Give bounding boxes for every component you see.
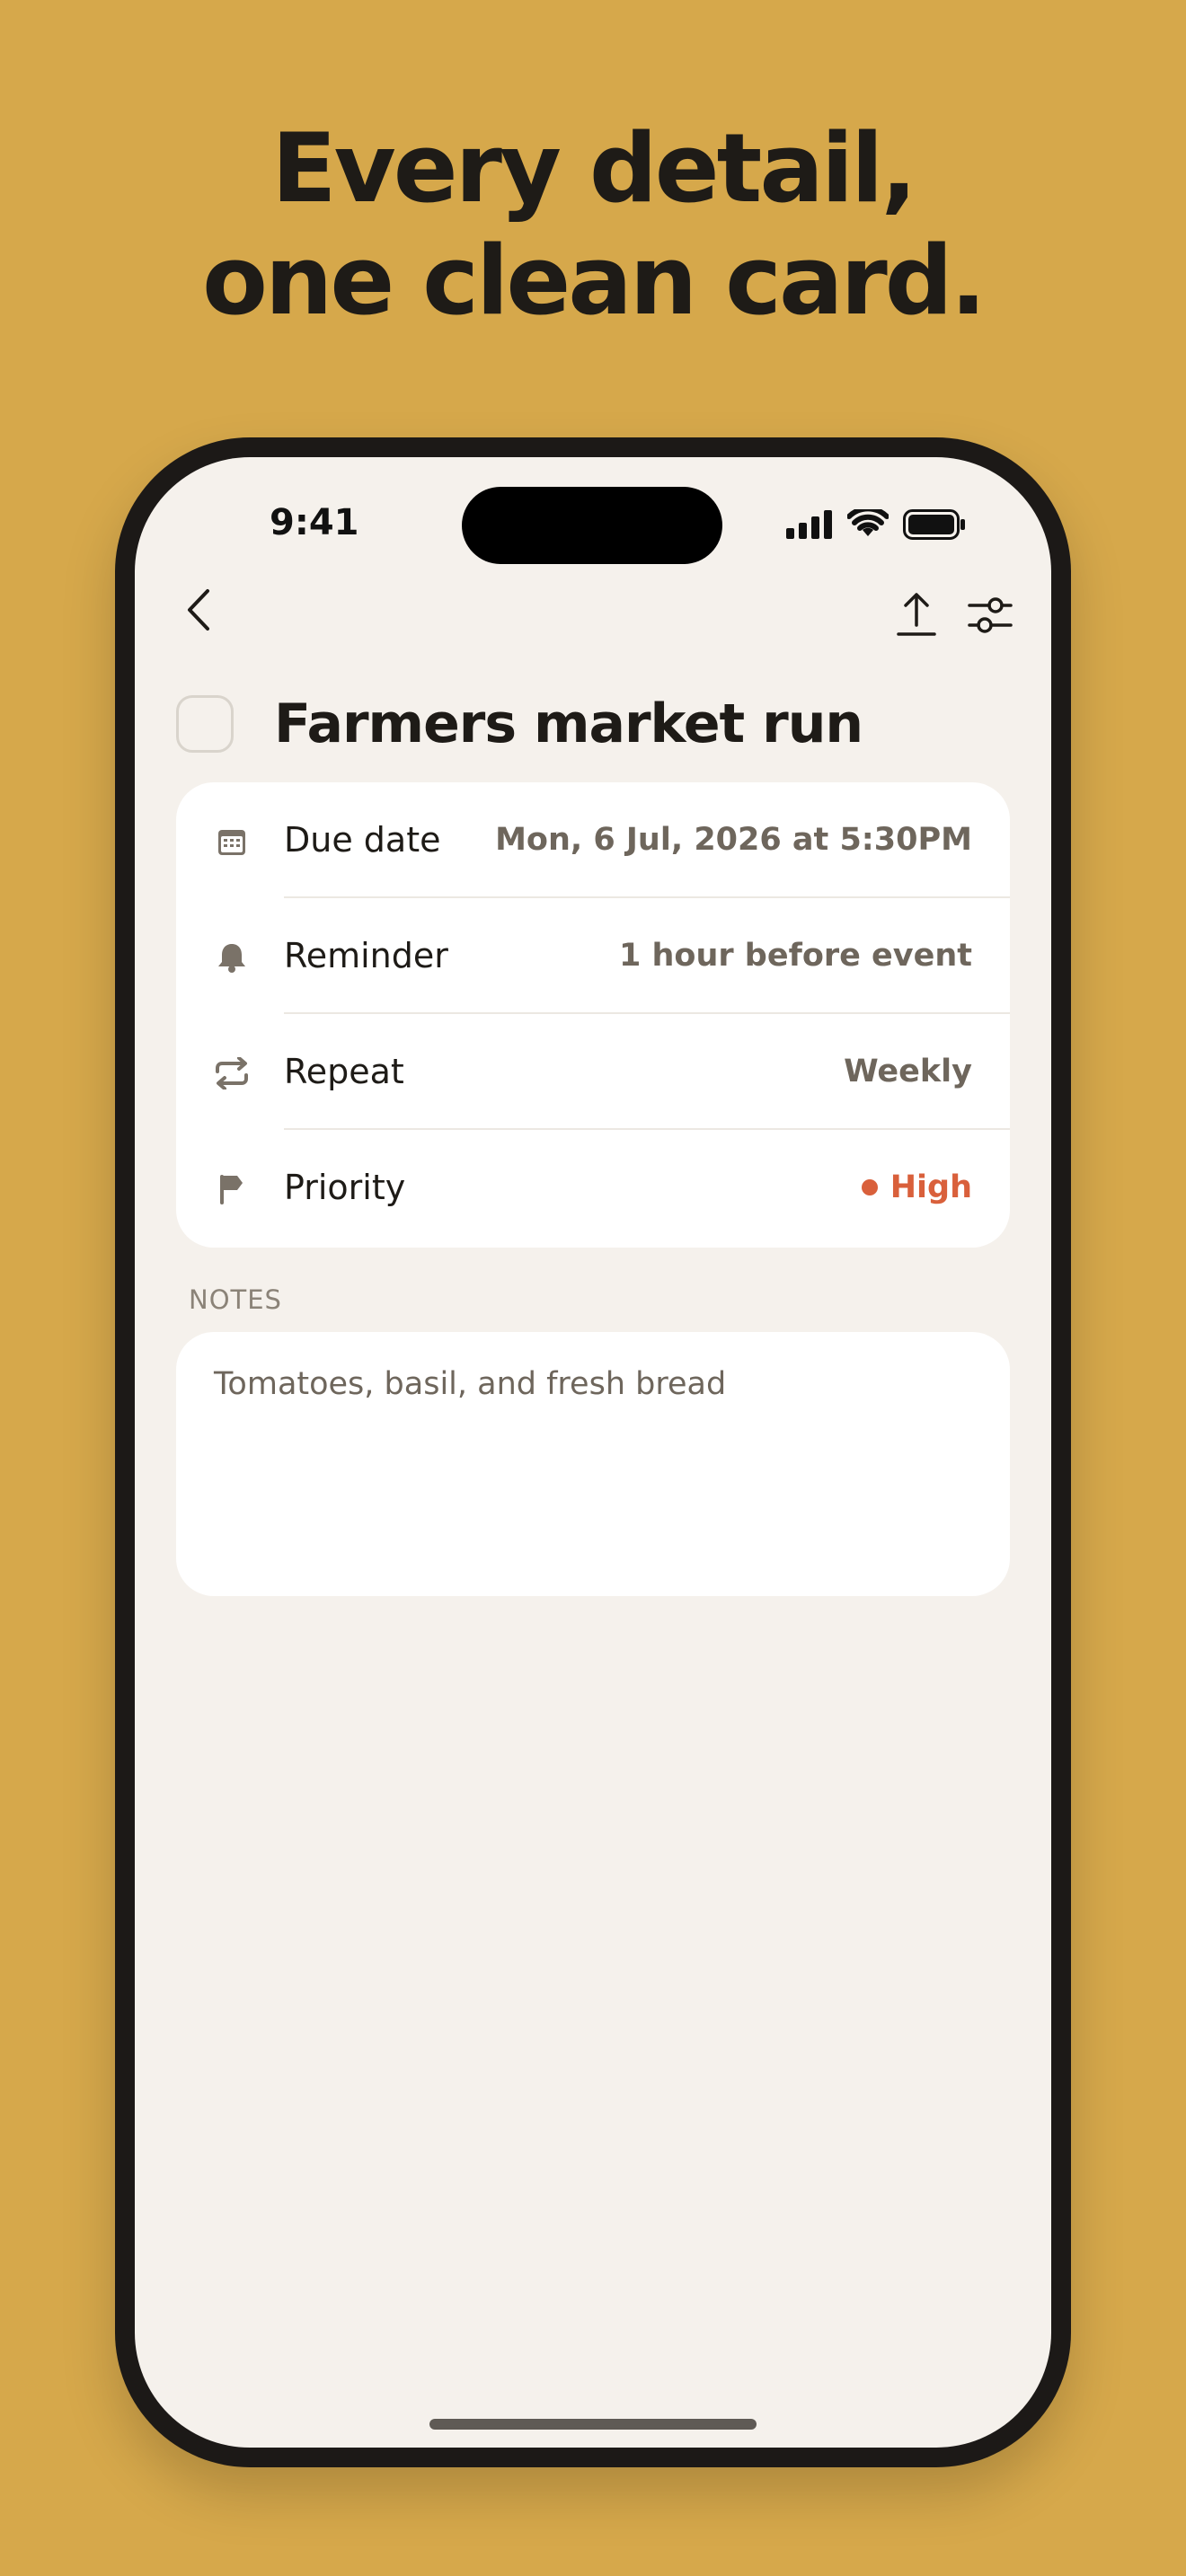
wifi-icon xyxy=(847,509,889,536)
detail-row-priority[interactable]: Priority High xyxy=(176,1130,1010,1246)
headline-line-1: Every detail, xyxy=(271,113,917,224)
detail-row-repeat[interactable]: Repeat Weekly xyxy=(176,1014,1010,1130)
adjust-button[interactable] xyxy=(963,583,1017,646)
calendar-icon xyxy=(214,824,250,860)
detail-label: Reminder xyxy=(284,936,448,975)
task-complete-checkbox[interactable] xyxy=(176,695,234,753)
detail-row-due-date[interactable]: Due date Mon, 6 Jul, 2026 at 5:30PM xyxy=(176,782,1010,898)
priority-dot xyxy=(861,1179,878,1195)
dynamic-island xyxy=(462,487,722,564)
phone-frame: 9:41 Farmers market run Due date Mon, 6 … xyxy=(115,437,1071,2467)
notes-section-label: NOTES xyxy=(189,1284,282,1315)
chevron-left-icon xyxy=(188,589,209,631)
priority-value-text: High xyxy=(890,1169,972,1205)
detail-row-reminder[interactable]: Reminder 1 hour before event xyxy=(176,898,1010,1014)
detail-label: Repeat xyxy=(284,1052,404,1091)
phone-screen: 9:41 Farmers market run Due date Mon, 6 … xyxy=(135,457,1051,2448)
status-time: 9:41 xyxy=(270,502,359,543)
signal-icon xyxy=(786,510,832,539)
notes-text: Tomatoes, basil, and fresh bread xyxy=(214,1366,727,1402)
headline: Every detail, one clean card. xyxy=(0,112,1186,337)
detail-value: Mon, 6 Jul, 2026 at 5:30PM xyxy=(495,822,972,858)
priority-value: High xyxy=(861,1169,972,1205)
sliders-icon xyxy=(968,597,1013,633)
battery-icon xyxy=(903,509,965,540)
detail-label: Due date xyxy=(284,820,441,860)
share-icon xyxy=(897,593,936,636)
headline-line-2: one clean card. xyxy=(202,225,987,336)
detail-label: Priority xyxy=(284,1168,406,1207)
task-title[interactable]: Farmers market run xyxy=(274,693,863,755)
details-card: Due date Mon, 6 Jul, 2026 at 5:30PM Remi… xyxy=(176,782,1010,1248)
home-indicator[interactable] xyxy=(429,2419,757,2430)
repeat-icon xyxy=(214,1055,250,1091)
detail-value: 1 hour before event xyxy=(618,938,972,974)
share-button[interactable] xyxy=(890,583,943,646)
bell-icon xyxy=(214,940,250,975)
detail-value: Weekly xyxy=(844,1054,972,1090)
notes-field[interactable]: Tomatoes, basil, and fresh bread xyxy=(176,1332,1010,1596)
flag-icon xyxy=(214,1171,250,1207)
back-button[interactable] xyxy=(173,583,226,637)
status-icons xyxy=(786,509,966,540)
